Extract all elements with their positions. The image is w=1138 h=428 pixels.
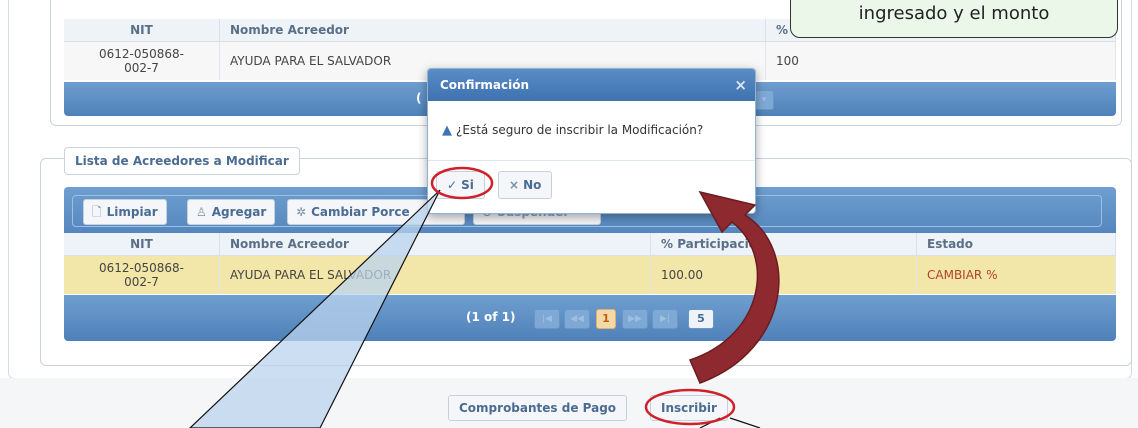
gear-icon: ✲	[296, 205, 307, 219]
annotation-callout: ingresado y el monto	[790, 0, 1118, 38]
dialog-title: Confirmación	[440, 78, 530, 92]
no-label: No	[523, 178, 542, 192]
col-participacion: % Participación	[650, 233, 917, 256]
dialog-message: ¿Está seguro de inscribir la Modificació…	[456, 123, 704, 137]
close-icon[interactable]: ×	[734, 69, 747, 101]
callout-text: ingresado y el monto	[858, 3, 1050, 24]
check-icon: ✓	[447, 178, 458, 192]
dialog-titlebar: Confirmación ×	[428, 69, 755, 101]
cell-nit: 0612-050868- 002-7	[64, 41, 220, 80]
dialog-body: ▲ ¿Está seguro de inscribir la Modificaci…	[428, 101, 755, 160]
cell-nit: 0612-050868- 002-7	[64, 255, 220, 294]
pager-summary: (1 of 1)	[466, 310, 516, 324]
table-header-row: NIT Nombre Acreedor % Participación Esta…	[64, 233, 1116, 256]
section-legend: Lista de Acreedores a Modificar	[64, 147, 300, 175]
comprobantes-pago-button[interactable]: Comprobantes de Pago	[448, 395, 628, 421]
close-icon: ×	[509, 178, 520, 192]
pager-rows-select[interactable]: ▾	[754, 90, 774, 110]
col-nombre: Nombre Acreedor	[219, 233, 651, 256]
pager-prev[interactable]: ◀◀	[564, 309, 590, 329]
agregar-button[interactable]: ♙ Agregar	[187, 199, 276, 225]
cell-nombre: AYUDA PARA EL SALVADOR	[219, 255, 651, 294]
cell-participacion: 100	[765, 41, 1116, 80]
col-nombre: Nombre Acreedor	[219, 19, 766, 42]
cambiar-label: Cambiar Porce	[311, 205, 410, 219]
warning-icon: ▲	[442, 123, 452, 138]
dialog-divider	[428, 160, 755, 161]
document-icon: 🗋	[92, 205, 102, 219]
confirmation-dialog: Confirmación × ▲ ¿Está seguro de inscribi…	[427, 68, 756, 214]
confirm-yes-button[interactable]: ✓ Si	[436, 171, 485, 199]
pager-rows-select[interactable]: 5	[688, 309, 714, 329]
modificar-table: NIT Nombre Acreedor % Participación Esta…	[64, 233, 1116, 294]
user-icon: ♙	[196, 205, 207, 219]
confirm-no-button[interactable]: × No	[498, 171, 553, 199]
pager-current-page[interactable]: 1	[596, 309, 616, 329]
cell-estado: CAMBIAR %	[916, 255, 1116, 294]
pager-next[interactable]: ▶▶	[622, 309, 648, 329]
pager-last[interactable]: ▶|	[652, 309, 678, 329]
col-estado: Estado	[916, 233, 1116, 256]
limpiar-label: Limpiar	[106, 205, 158, 219]
modificar-pager: (1 of 1) |◀ ◀◀ 1 ▶▶ ▶| 5	[64, 295, 1116, 341]
inscribir-button[interactable]: Inscribir	[650, 395, 728, 421]
limpiar-button[interactable]: 🗋 Limpiar	[83, 199, 167, 225]
col-nit: NIT	[64, 19, 220, 42]
pager-first[interactable]: |◀	[534, 309, 560, 329]
yes-label: Si	[461, 178, 474, 192]
pager-summary: (	[416, 91, 422, 105]
cell-participacion: 100.00	[650, 255, 917, 294]
agregar-label: Agregar	[211, 205, 267, 219]
col-nit: NIT	[64, 233, 220, 256]
table-row[interactable]: 0612-050868- 002-7 AYUDA PARA EL SALVADO…	[64, 255, 1116, 294]
